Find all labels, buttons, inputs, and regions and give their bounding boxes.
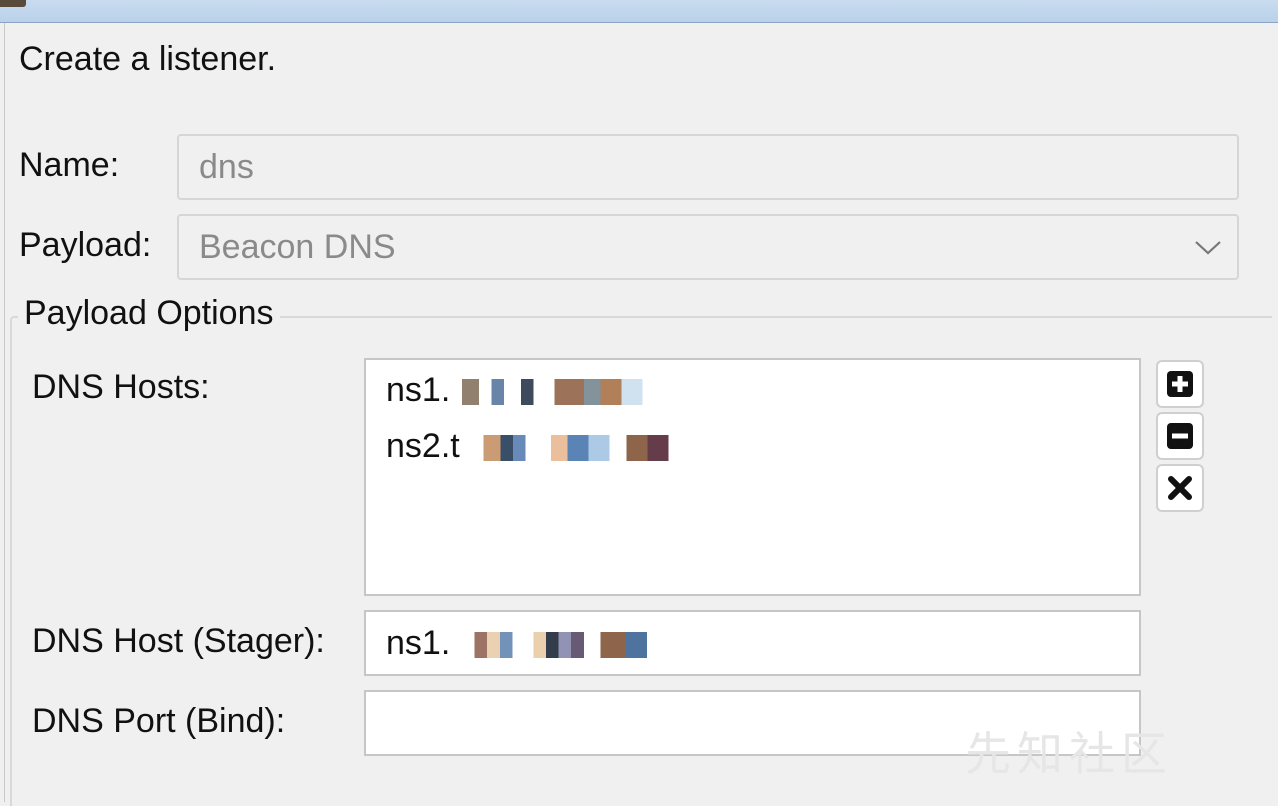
payload-select[interactable]: Beacon DNS xyxy=(177,214,1239,280)
payload-value: Beacon DNS xyxy=(199,228,396,266)
watermark: 先知社区 xyxy=(965,728,1173,780)
x-icon xyxy=(1168,476,1192,500)
add-host-button[interactable] xyxy=(1156,360,1204,408)
dns-hosts-list[interactable]: ns1. ns2.t xyxy=(364,358,1141,596)
stager-value: ns1. xyxy=(386,624,451,662)
list-item[interactable]: ns2.t xyxy=(386,426,682,466)
list-item[interactable]: ns1. xyxy=(386,370,672,410)
redacted-text xyxy=(461,379,672,406)
dns-host-2: ns2.t xyxy=(386,427,460,465)
redacted-text xyxy=(461,632,672,659)
window-titlebar xyxy=(0,0,1278,23)
stager-label: DNS Host (Stager): xyxy=(32,622,325,660)
payload-options-title: Payload Options xyxy=(18,294,280,333)
stager-value-wrap: ns1. xyxy=(386,623,672,663)
plus-square-icon xyxy=(1167,371,1193,397)
port-label: DNS Port (Bind): xyxy=(32,702,286,740)
dns-host-1: ns1. xyxy=(386,371,451,409)
clear-hosts-button[interactable] xyxy=(1156,464,1204,512)
minus-square-icon xyxy=(1167,423,1193,449)
app-icon xyxy=(0,0,26,7)
stager-field[interactable]: ns1. xyxy=(364,610,1141,676)
redacted-text xyxy=(471,435,682,462)
dialog-description: Create a listener. xyxy=(19,40,277,78)
name-label: Name: xyxy=(19,146,120,184)
remove-host-button[interactable] xyxy=(1156,412,1204,460)
name-field[interactable]: dns xyxy=(177,134,1239,200)
payload-label: Payload: xyxy=(19,226,152,264)
chevron-down-icon xyxy=(1195,241,1221,255)
name-value: dns xyxy=(199,148,254,186)
dns-hosts-label: DNS Hosts: xyxy=(32,368,210,406)
